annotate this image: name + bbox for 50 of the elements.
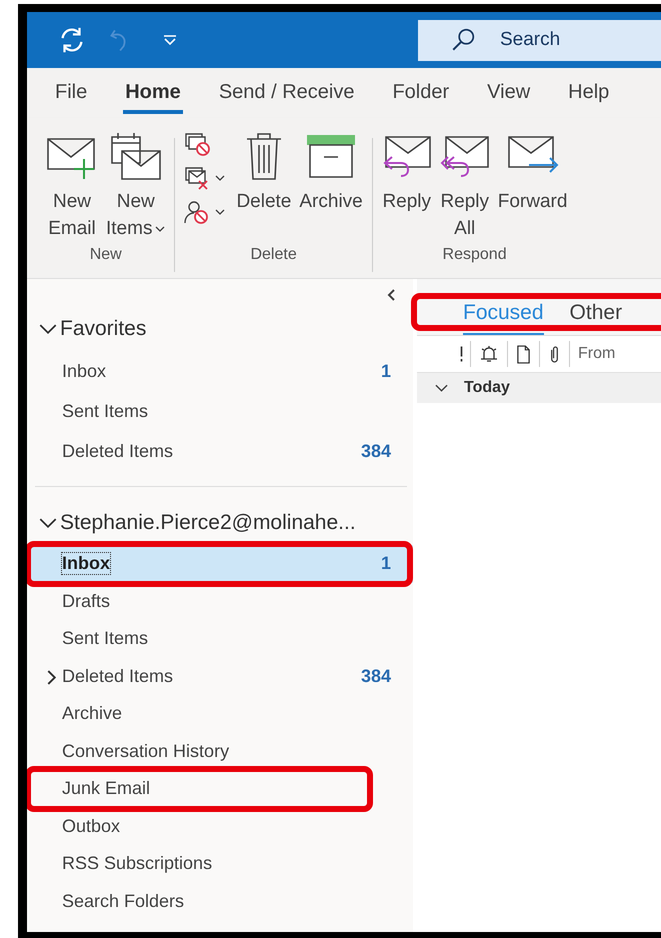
document-icon[interactable] <box>516 344 531 364</box>
folder-item[interactable]: Deleted Items 384 <box>27 431 413 471</box>
caret-icon <box>215 175 226 181</box>
folder-item[interactable]: Sent Items <box>27 620 413 658</box>
exclamation-icon[interactable] <box>459 345 464 363</box>
reply-all-button[interactable]: Reply All <box>436 130 493 248</box>
column-header[interactable]: From <box>578 345 616 363</box>
menu-tab[interactable]: View <box>485 76 532 114</box>
bell-icon[interactable] <box>479 344 499 364</box>
folder-item[interactable]: RSS Subscriptions <box>27 845 413 882</box>
folder-item[interactable]: Archive <box>27 695 413 732</box>
folder-item[interactable]: Junk Email <box>27 770 413 808</box>
archive-button[interactable]: Archive <box>296 130 366 248</box>
new-email-button[interactable]: New Email <box>43 130 101 248</box>
inbox-tab[interactable]: Other <box>570 301 622 335</box>
forward-button[interactable]: Forward <box>494 130 570 248</box>
group-header[interactable]: Today <box>417 373 661 403</box>
chevron-icon <box>39 518 57 528</box>
ignore-icon <box>183 131 212 157</box>
ribbon-group-label: New <box>90 246 122 264</box>
folder-item[interactable]: Sent Items <box>27 391 413 431</box>
menu-tab[interactable]: Send / Receive <box>216 76 356 114</box>
calendar-envelope-icon <box>110 130 162 182</box>
folder-item[interactable]: Outbox <box>27 808 413 845</box>
folder-item[interactable]: Deleted Items 384 <box>27 658 413 695</box>
menu-tab[interactable]: Home <box>123 76 183 114</box>
caret-icon <box>155 226 166 232</box>
customize-dropdown-icon[interactable] <box>163 34 177 46</box>
delete-button[interactable]: Delete <box>233 130 294 248</box>
chevron-icon <box>435 384 448 392</box>
folder-item[interactable]: Inbox 1 <box>27 351 413 391</box>
favorites-header[interactable]: Favorites <box>27 307 413 351</box>
menu-tab[interactable]: File <box>53 76 90 114</box>
folder-item[interactable]: Conversation History <box>27 732 413 770</box>
paperclip-icon[interactable] <box>548 344 561 364</box>
chevron-icon <box>39 324 57 334</box>
new-items-button[interactable]: New Items <box>103 130 168 248</box>
folder-item[interactable]: Search Folders <box>27 882 413 920</box>
ribbon-group-label: Respond <box>442 246 507 264</box>
ribbon-group-label: Delete <box>250 246 297 264</box>
menu-tab[interactable]: Folder <box>390 76 452 114</box>
reply-button[interactable]: Reply <box>378 130 435 248</box>
collapse-pane-icon[interactable] <box>387 289 395 301</box>
search-icon <box>450 26 476 52</box>
account-header[interactable]: Stephanie.Pierce2@molinahe... <box>27 501 413 545</box>
folder-item[interactable]: Drafts <box>27 582 413 620</box>
search-field[interactable]: Search <box>418 20 661 60</box>
expand-icon[interactable] <box>47 670 56 684</box>
caret-icon <box>215 209 226 215</box>
menu-tab[interactable]: Help <box>566 76 612 114</box>
